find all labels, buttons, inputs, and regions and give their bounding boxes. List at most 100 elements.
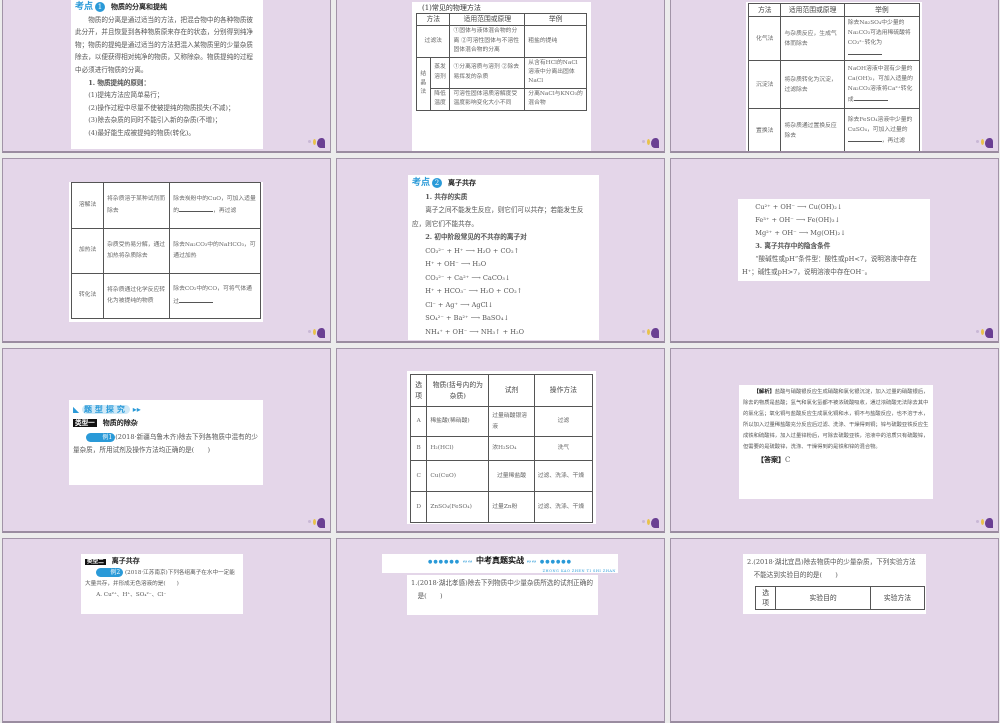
type-tag: 类型一 [73, 419, 97, 427]
cell: 蒸发溶剂 [429, 56, 451, 89]
table-row: 加热法 杂质受热易分解，通过加热将杂质除去 除去Na₂CO₃中的NaHCO₃，可通过… [70, 228, 261, 274]
equation: CO₃²⁻ + Ca²⁺ ⟶ CaCO₃↓ [425, 273, 511, 282]
cell: ①固体与液体混合物的分离 ②可溶性固体与不溶性固体混合物的分离 [449, 25, 526, 58]
slide-thumbnail-8[interactable]: 选项 物质(括号内的为杂质) 试剂 操作方法 A 稀盐酸(稀硝酸) 过量硝酸银溶液 过滤 B… [336, 348, 665, 533]
answer-blank [847, 48, 882, 55]
slide-thumbnail-5[interactable]: 考点 2 离子共存 1. 共存的实质 离子之间不能发生反应，则它们可以共存；若能发生… [336, 158, 665, 343]
cell: 与杂质反应，生成气体而除去 [780, 16, 845, 61]
cell: 将杂质通过化学反应转化为被提纯的物质 [103, 273, 171, 319]
analysis-text: 盐酸与硝酸银反应生成硝酸和氯化银沉淀，加入过量的硝酸银后，除去的物质是盐酸；氢气… [743, 389, 929, 450]
bird-icon: ◣ [73, 405, 82, 414]
slide-content: 类型二 离子共存 例2 (2018·江苏南京)下列各组离子在水中一定能大量共存，并… [81, 554, 243, 614]
column-header: 选项 [754, 586, 777, 610]
table-row: 置换法 将杂质通过置换反应除去 除去FeSO₄溶液中少量的CuSO₄，可加入过量的 ，… [747, 108, 921, 151]
section-banner: ◣ 题型探究 ▸▸ [73, 402, 259, 417]
answer-blank [179, 296, 214, 303]
corner-ornament-icon [306, 326, 326, 338]
cell: 除去FeSO₄溶液中少量的CuSO₄，可加入过量的 [847, 117, 913, 133]
slide-content: (1)常见的物理方法 方法 适用范围或原理 举例 过滤法 ①固体与液体混合物的分离 ②… [412, 2, 591, 151]
table-row: 溶解法 将杂质溶于某种试剂而除去 除去炭粉中的CuO，可加入适量的 ，再过滤 [70, 182, 261, 229]
equation: SO₄²⁻ + Ba²⁺ ⟶ BaSO₄↓ [425, 314, 510, 322]
column-header: 选项 [409, 374, 428, 407]
methods-table: 方法 适用范围或原理 举例 过滤法 ①固体与液体混合物的分离 ②可溶性固体与不溶性固体… [415, 12, 587, 111]
methods-table: 溶解法 将杂质溶于某种试剂而除去 除去炭粉中的CuO，可加入适量的 ，再过滤 加热法杂… [70, 182, 261, 319]
cell: 转化法 [70, 273, 105, 319]
cell: 沉淀法 [747, 60, 782, 109]
slide-thumbnail-1[interactable]: 考点 1 物质的分离和提纯 物质的分离是通过适当的方法，把混合物中的各种物质彼此分开… [2, 0, 331, 153]
paragraph: “酸碱性或pH”条件型：酸性或pH<7，说明溶液中存在H⁺；碱性或pH>7，说明… [742, 255, 917, 276]
options-table: 选项 物质(括号内的为杂质) 试剂 操作方法 A 稀盐酸(稀硝酸) 过量硝酸银溶液 过滤 B… [409, 374, 594, 523]
cell: 结晶法 [416, 56, 431, 111]
cell: 将杂质溶于某种试剂而除去 [103, 182, 171, 229]
cell: A [409, 406, 428, 437]
slide-thumbnail-10[interactable]: 类型二 离子共存 例2 (2018·江苏南京)下列各组离子在水中一定能大量共存，并… [2, 538, 331, 723]
cell: 从含有HCl的NaCl溶液中分离出固体NaCl [524, 56, 587, 89]
column-header: 方法 [747, 3, 782, 17]
slide-content: 2.(2018·湖北宜昌)除去物质中的少量杂质，下列实验方法不能达到实验目的的是… [743, 554, 926, 614]
cell: 除去Na₂CO₃中的NaHCO₃，可通过加热 [169, 228, 261, 274]
corner-ornament-icon [640, 516, 660, 528]
slide-thumbnail-12[interactable]: 2.(2018·湖北宜昌)除去物质中的少量杂质，下列实验方法不能达到实验目的的是… [670, 538, 999, 723]
banner-text: 中考真题实战 [476, 556, 524, 565]
cell: 加热法 [70, 228, 105, 274]
slide-thumbnail-3[interactable]: 方法 适用范围或原理 举例 化气法 与杂质反应，生成气体而除去 除去Na₂SO₄中少量的… [670, 0, 999, 153]
equation: CO₃²⁻ + H⁺ ⟶ H₂O + CO₂↑ [425, 246, 520, 255]
slide-thumbnail-6[interactable]: Cu²⁺ + OH⁻ ⟶ Cu(OH)₂↓ Fe³⁺ + OH⁻ ⟶ Fe(OH… [670, 158, 999, 343]
slide-content: 溶解法 将杂质溶于某种试剂而除去 除去炭粉中的CuO，可加入适量的 ，再过滤 加热法杂… [69, 182, 263, 322]
cell: Cu(CuO) [426, 460, 490, 492]
table-row: 沉淀法 将杂质转化为沉淀，过滤除去 NaOH溶液中混有少量的Ca(OH)₂，可加入适… [747, 60, 921, 109]
slide-thumbnail-4[interactable]: 溶解法 将杂质溶于某种试剂而除去 除去炭粉中的CuO，可加入适量的 ，再过滤 加热法杂… [2, 158, 331, 343]
slide-content: 【解析】盐酸与硝酸银反应生成硝酸和氯化银沉淀，加入过量的硝酸银后，除去的物质是盐… [739, 385, 933, 499]
list-item: (4)最好能生成被提纯的物质(转化)。 [88, 128, 195, 137]
slide-thumbnail-7[interactable]: ◣ 题型探究 ▸▸ 类型一 物质的除杂 例1 (2018·新疆乌鲁木齐)除去下列各物… [2, 348, 331, 533]
cell: 过滤、洗涤、干燥 [533, 491, 594, 523]
corner-ornament-icon [974, 516, 994, 528]
table-row: A 稀盐酸(稀硝酸) 过量硝酸银溶液 过滤 [409, 406, 594, 437]
cell: 过滤 [533, 406, 594, 437]
options-table: 选项 实验目的 实验方法 [754, 586, 926, 610]
section-heading: 考点 1 物质的分离和提纯 [75, 1, 259, 14]
table-row: D ZnSO₄(FeSO₄) 过量Zn粉 过滤、洗涤、干燥 [409, 491, 594, 523]
arrow-icon: ▸▸ [129, 405, 141, 414]
table-row: 过滤法 ①固体与液体混合物的分离 ②可溶性固体与不溶性固体混合物的分离 粗盐的提纯 [415, 25, 587, 58]
cell: 将杂质转化为沉淀，过滤除去 [780, 60, 845, 109]
equation: H⁺ + OH⁻ ⟶ H₂O [425, 260, 487, 268]
table-row: 转化法 将杂质通过化学反应转化为被提纯的物质 除去CO₂中的CO，可将气体通过 [70, 273, 261, 319]
section-title: 离子共存 [448, 179, 477, 187]
cell: 过滤法 [415, 25, 451, 58]
column-header: 操作方法 [533, 374, 594, 407]
slide-thumbnail-2[interactable]: (1)常见的物理方法 方法 适用范围或原理 举例 过滤法 ①固体与液体混合物的分离 ②… [336, 0, 665, 153]
subheading: 2. 初中阶段常见的不共存的离子对 [425, 233, 527, 241]
option-a: A. Cu²⁺、H⁺、SO₄²⁻、Cl⁻ [96, 592, 167, 598]
cell: ZnSO₄(FeSO₄) [426, 491, 490, 523]
slide-thumbnail-11[interactable]: ●●●●●● ∾∾ 中考真题实战 ∾∾ ●●●●●● ZHONG KAO ZHE… [336, 538, 665, 723]
answer-blank [179, 205, 214, 212]
slide-thumbnail-9[interactable]: 【解析】盐酸与硝酸银反应生成硝酸和氯化银沉淀，加入过量的硝酸银后，除去的物质是盐… [670, 348, 999, 533]
cell: 可溶性固体溶质溶解度受温度影响变化大小不同 [449, 87, 526, 111]
cell: 置换法 [747, 108, 782, 151]
kaodian-label: 考点 [412, 178, 431, 188]
equation: NH₄⁺ + OH⁻ ⟶ NH₃↑ + H₂O [425, 327, 525, 336]
equation: Fe³⁺ + OH⁻ ⟶ Fe(OH)₃↓ [755, 216, 841, 224]
cell: 除去Na₂SO₄中少量的Na₂CO₃可选用稀硫酸将CO₃²⁻转化为 [847, 20, 911, 46]
section-number: 2 [432, 178, 443, 188]
cell: D [409, 491, 428, 523]
answer-value: C [785, 456, 791, 464]
paragraph: 物质的分离是通过适当的方法，把混合物中的各种物质彼此分开，并且恢复到各种物质原来… [75, 15, 254, 74]
answer-label: 【答案】 [757, 455, 785, 464]
table-row: 结晶法 蒸发溶剂 ①分离溶质与溶剂 ②除去易挥发的杂质 从含有HCl的NaCl溶液中分… [416, 56, 587, 111]
methods-table: 方法 适用范围或原理 举例 化气法 与杂质反应，生成气体而除去 除去Na₂SO₄中少量的… [747, 3, 921, 151]
cell: 浓H₂SO₄ [488, 436, 535, 461]
equation: Mg²⁺ + OH⁻ ⟶ Mg(OH)₂↓ [755, 229, 846, 237]
section-heading: 考点 2 离子共存 [412, 177, 595, 191]
table-caption: (1)常见的物理方法 [422, 4, 481, 12]
answer-blank [853, 94, 888, 101]
type-title: 物质的除杂 [102, 419, 138, 427]
corner-ornament-icon [306, 136, 326, 148]
column-header: 举例 [843, 3, 921, 17]
slide-content: 考点 2 离子共存 1. 共存的实质 离子之间不能发生反应，则它们可以共存；若能发生… [408, 175, 599, 340]
cell: 杂质受热易分解，通过加热将杂质除去 [103, 228, 171, 274]
analysis-label: 【解析】 [753, 389, 775, 395]
slide-content: 1.(2018·湖北孝感)除去下列物质中少量杂质所选的试剂正确的是( ) [407, 575, 598, 615]
cell: 化气法 [747, 16, 782, 61]
